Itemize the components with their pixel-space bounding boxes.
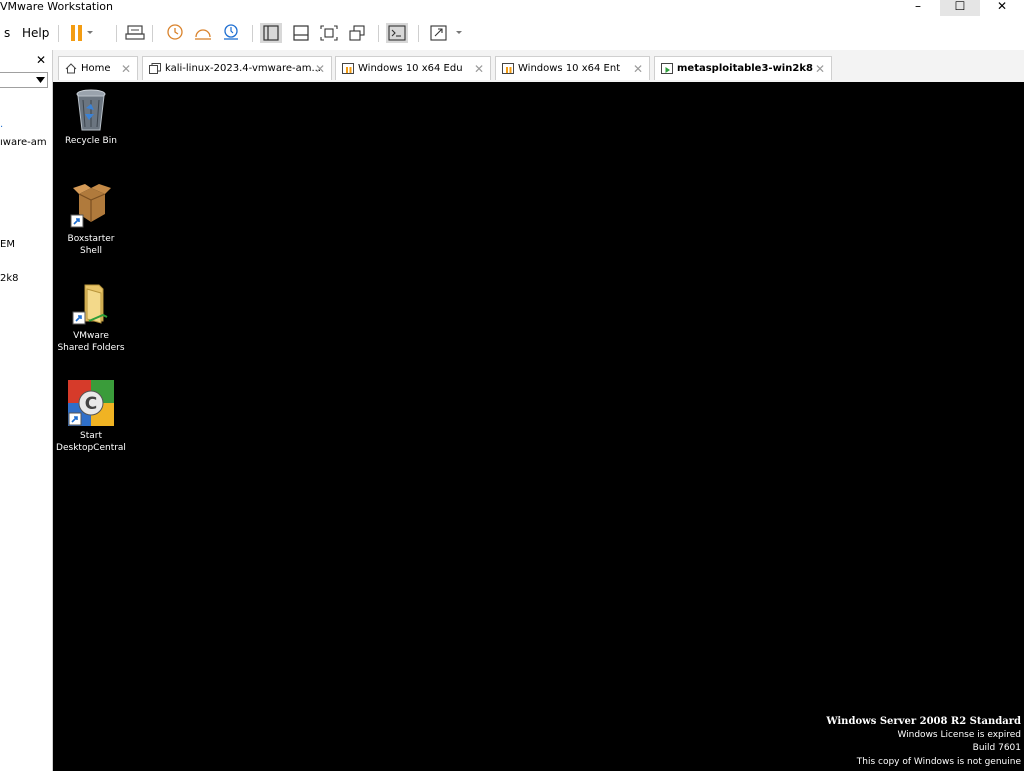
maximize-button[interactable]: ☐ (940, 0, 980, 16)
toolbar-separator (418, 25, 419, 42)
toolbar: s Help (0, 16, 1024, 50)
pause-icon[interactable] (66, 23, 94, 43)
tab-close-button[interactable]: ✕ (315, 57, 325, 81)
desktop-icon-label: Shell (80, 246, 102, 256)
toolbar-separator (252, 25, 253, 42)
toolbar-separator (378, 25, 379, 42)
windows-watermark: Windows Server 2008 R2 Standard Windows … (826, 715, 1021, 769)
watermark-build: Build 7601 (972, 743, 1021, 753)
recycle-bin-icon (76, 89, 106, 131)
vm-guest-screen[interactable]: Recycle Bin Boxstarter Shell VMware Shar… (53, 82, 1024, 771)
close-window-button[interactable]: ✕ (982, 0, 1022, 16)
library-search-dropdown[interactable] (0, 72, 48, 88)
toolbar-separator (58, 25, 59, 42)
desktop-central-icon: C (68, 380, 114, 426)
show-library-icon[interactable] (260, 23, 282, 43)
tab-label: metasploitable3-win2k8 (677, 63, 813, 74)
tab-label: kali-linux-2023.4-vmware-am... (165, 63, 322, 74)
help-menu[interactable]: Help (22, 26, 49, 40)
box-icon (70, 184, 111, 228)
tab-windows-10-ent[interactable]: Windows 10 x64 Ent ✕ (495, 56, 650, 80)
tab-close-button[interactable]: ✕ (474, 57, 484, 81)
desktop-icon-label: Start (80, 431, 102, 441)
chevron-down-icon (36, 77, 45, 83)
desktop-icon-start-desktopcentral[interactable]: C Start DesktopCentral (53, 379, 129, 454)
minimize-button[interactable]: – (898, 0, 938, 16)
console-view-icon[interactable] (386, 23, 408, 43)
desktop-icon-label: DesktopCentral (56, 443, 126, 453)
desktop-icon-boxstarter-shell[interactable]: Boxstarter Shell (53, 184, 129, 257)
send-keys-icon[interactable] (124, 23, 146, 43)
vm-running-icon (661, 63, 673, 74)
menu-partial[interactable]: s (4, 26, 10, 40)
snapshot-manager-icon[interactable] (220, 23, 242, 43)
library-close-button[interactable]: ✕ (36, 53, 46, 67)
tab-label: Windows 10 x64 Edu (358, 63, 463, 74)
tab-label: Windows 10 x64 Ent (518, 63, 621, 74)
desktop-icon-label: Shared Folders (57, 343, 125, 353)
desktop-icon-label: VMware (73, 331, 109, 341)
title-bar: VMware Workstation – ☐ ✕ (0, 0, 1024, 16)
revert-snapshot-icon[interactable] (192, 23, 214, 43)
snapshot-icon[interactable] (164, 23, 186, 43)
vm-paused-icon (342, 63, 354, 74)
watermark-license: Windows License is expired (897, 729, 1021, 740)
desktop-icon-label: Boxstarter (67, 234, 115, 244)
window-title: VMware Workstation (0, 0, 114, 13)
full-screen-icon[interactable] (318, 23, 340, 43)
watermark-edition: Windows Server 2008 R2 Standard (826, 716, 1021, 727)
tab-label: Home (81, 63, 111, 74)
tree-connector: · (0, 122, 4, 133)
shared-folder-icon (72, 284, 108, 325)
tab-metasploitable3[interactable]: metasploitable3-win2k8 ✕ (654, 56, 832, 80)
library-item[interactable]: ıware-am (0, 137, 47, 148)
vm-icon (149, 63, 161, 74)
library-item[interactable]: EM (0, 239, 15, 250)
tab-close-button[interactable]: ✕ (121, 57, 131, 81)
tab-kali-linux[interactable]: kali-linux-2023.4-vmware-am... ✕ (142, 56, 332, 80)
library-sidebar: ✕ · ıware-am EM 2k8 (0, 50, 53, 771)
tab-close-button[interactable]: ✕ (815, 57, 825, 81)
show-thumbnail-bar-icon[interactable] (290, 23, 312, 43)
vm-paused-icon (502, 63, 514, 74)
tab-close-button[interactable]: ✕ (633, 57, 643, 81)
stretch-guest-icon[interactable] (428, 23, 466, 43)
toolbar-separator (152, 25, 153, 42)
tab-strip: Home ✕ kali-linux-2023.4-vmware-am... ✕ … (53, 50, 1024, 83)
svg-text:C: C (85, 394, 97, 414)
toolbar-separator (116, 25, 117, 42)
unity-icon[interactable] (346, 23, 368, 43)
watermark-genuine: This copy of Windows is not genuine (856, 756, 1021, 767)
tab-windows-10-edu[interactable]: Windows 10 x64 Edu ✕ (335, 56, 491, 80)
desktop-icon-recycle-bin[interactable]: Recycle Bin (53, 88, 129, 147)
library-item[interactable]: 2k8 (0, 273, 19, 284)
desktop-icon-vmware-shared-folders[interactable]: VMware Shared Folders (53, 281, 129, 354)
desktop-icon-label: Recycle Bin (65, 136, 117, 146)
home-icon (65, 63, 77, 74)
tab-home[interactable]: Home ✕ (58, 56, 138, 80)
